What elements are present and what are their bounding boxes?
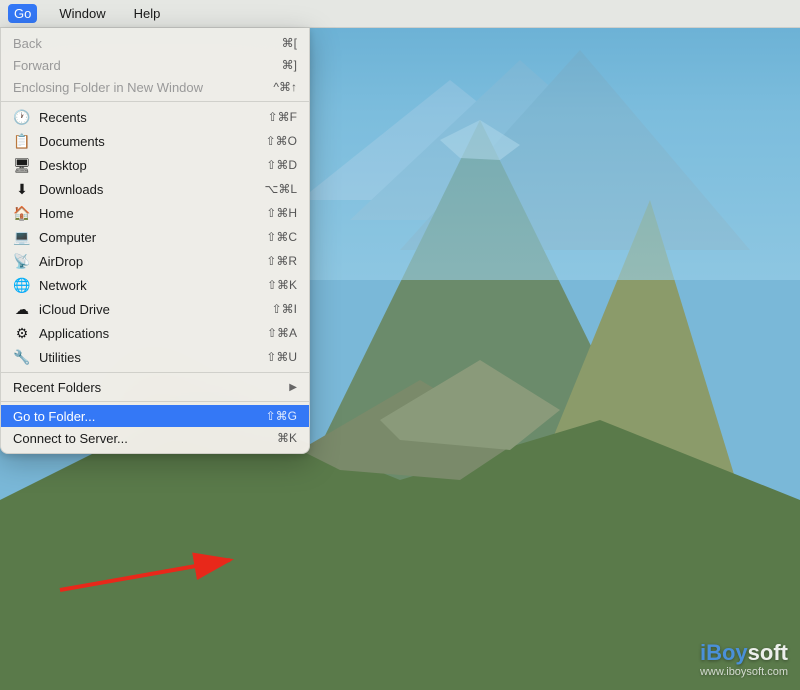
- documents-icon: 📋: [13, 132, 31, 150]
- airdrop-icon: 📡: [13, 252, 31, 270]
- menu-item-applications[interactable]: ⚙ Applications ⇧⌘A: [1, 321, 309, 345]
- menu-item-desktop[interactable]: 🖥 Desktop ⇧⌘D: [1, 153, 309, 177]
- watermark: iBoy soft www.iboysoft.com: [700, 640, 788, 678]
- watermark-iboy: iBoy: [700, 640, 748, 666]
- computer-icon: 💻: [13, 228, 31, 246]
- menubar-go[interactable]: Go: [8, 4, 37, 23]
- go-menu: Back ⌘[ Forward ⌘] Enclosing Folder in N…: [0, 28, 310, 454]
- recents-icon: 🕐: [13, 108, 31, 126]
- menu-item-documents[interactable]: 📋 Documents ⇧⌘O: [1, 129, 309, 153]
- applications-icon: ⚙: [13, 324, 31, 342]
- menu-item-utilities[interactable]: 🔧 Utilities ⇧⌘U: [1, 345, 309, 369]
- menu-item-downloads[interactable]: ⬇ Downloads ⌥⌘L: [1, 177, 309, 201]
- separator-2: [1, 372, 309, 373]
- annotation-arrow: [50, 540, 300, 610]
- menu-item-icloud[interactable]: ☁ iCloud Drive ⇧⌘I: [1, 297, 309, 321]
- utilities-icon: 🔧: [13, 348, 31, 366]
- menu-item-forward[interactable]: Forward ⌘]: [1, 54, 309, 76]
- menu-item-computer[interactable]: 💻 Computer ⇧⌘C: [1, 225, 309, 249]
- watermark-domain: www.iboysoft.com: [700, 666, 788, 678]
- watermark-soft: soft: [748, 640, 788, 666]
- menu-item-recents[interactable]: 🕐 Recents ⇧⌘F: [1, 105, 309, 129]
- menubar: Go Window Help: [0, 0, 800, 28]
- submenu-arrow-icon: ▶: [289, 382, 297, 393]
- menu-item-recent-folders[interactable]: Recent Folders ▶: [1, 376, 309, 398]
- separator-3: [1, 401, 309, 402]
- menu-item-enclosing[interactable]: Enclosing Folder in New Window ^⌘↑: [1, 76, 309, 98]
- downloads-icon: ⬇: [13, 180, 31, 198]
- menu-item-home[interactable]: 🏠 Home ⇧⌘H: [1, 201, 309, 225]
- desktop-icon: 🖥: [13, 156, 31, 174]
- menu-item-airdrop[interactable]: 📡 AirDrop ⇧⌘R: [1, 249, 309, 273]
- menubar-help[interactable]: Help: [128, 4, 167, 23]
- menu-item-back[interactable]: Back ⌘[: [1, 32, 309, 54]
- network-icon: 🌐: [13, 276, 31, 294]
- home-icon: 🏠: [13, 204, 31, 222]
- menu-item-goto-folder[interactable]: Go to Folder... ⇧⌘G: [1, 405, 309, 427]
- separator-1: [1, 101, 309, 102]
- icloud-icon: ☁: [13, 300, 31, 318]
- menu-item-network[interactable]: 🌐 Network ⇧⌘K: [1, 273, 309, 297]
- menubar-window[interactable]: Window: [53, 4, 111, 23]
- menu-item-connect-server[interactable]: Connect to Server... ⌘K: [1, 427, 309, 449]
